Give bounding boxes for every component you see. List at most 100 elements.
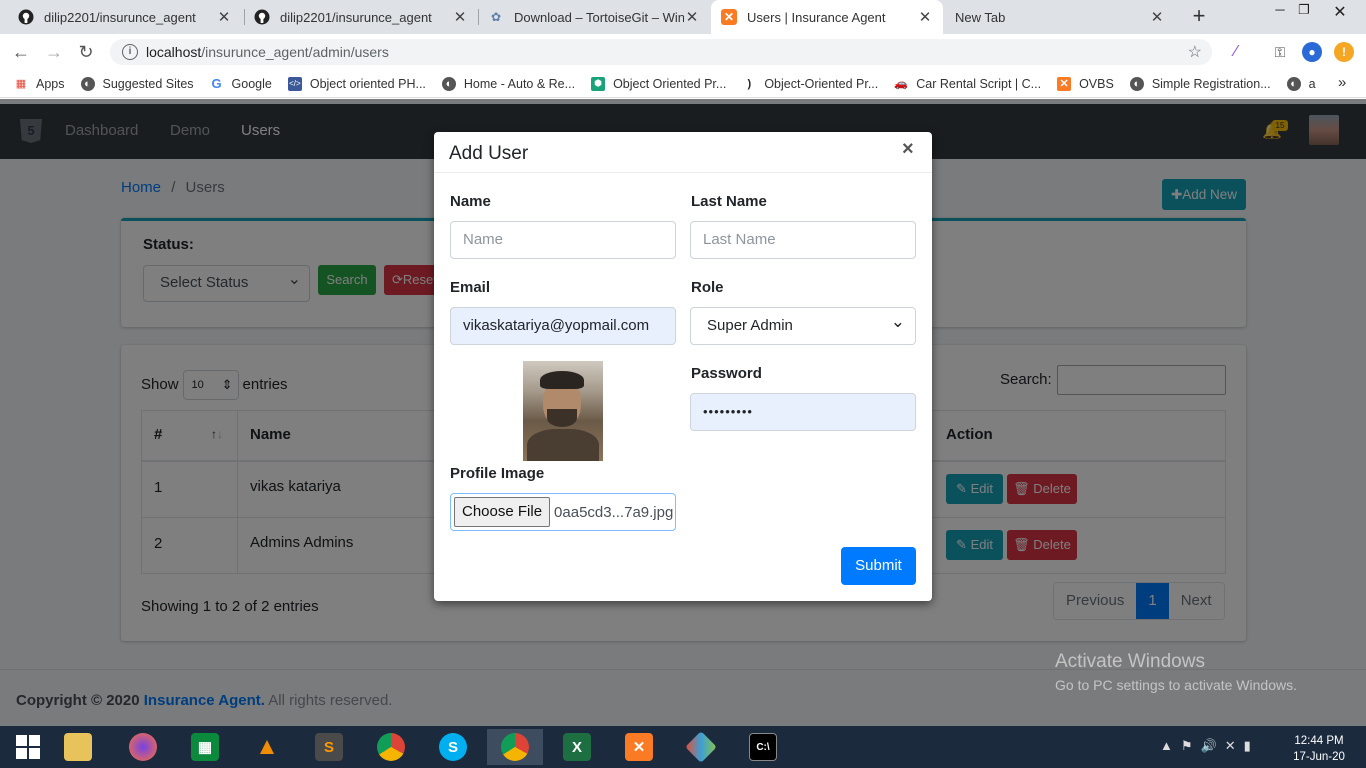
apps-grid-icon: ▦ [15, 78, 27, 90]
browser-tab-1[interactable]: dilip2201/insurunce_agent ✕ [8, 0, 242, 34]
back-arrow-icon[interactable]: ← [10, 42, 32, 64]
globe-icon: ◐ [441, 76, 456, 91]
taskbar-vlc[interactable]: ▲ [239, 729, 295, 765]
taskbar-firefox[interactable] [115, 729, 171, 765]
tab-close-icon[interactable]: ✕ [1149, 8, 1165, 26]
chrome-icon [377, 733, 405, 761]
info-icon[interactable]: i [122, 44, 138, 60]
minimize-icon[interactable]: ─ [1270, 2, 1290, 22]
url-path: /insurunce_agent/admin/users [201, 44, 389, 60]
taskbar-chrome-active[interactable] [487, 729, 543, 765]
activate-windows-subtitle: Go to PC settings to activate Windows. [1055, 677, 1297, 693]
address-bar[interactable]: i localhost/insurunce_agent/admin/users … [110, 39, 1212, 65]
start-button[interactable] [0, 729, 56, 765]
github-icon [18, 9, 34, 25]
browser-tab-3[interactable]: ✿ Download – TortoiseGit – Windo ✕ [478, 0, 710, 34]
vlc-icon: ▲ [255, 733, 279, 760]
taskbar-skype[interactable]: S [425, 729, 481, 765]
bracket-icon: ) [747, 77, 752, 90]
bookmark-suggested-sites[interactable]: ◐ Suggested Sites [80, 76, 194, 91]
globe-icon: ◐ [1286, 76, 1301, 91]
taskbar-store[interactable]: ▦ [177, 729, 233, 765]
bookmark-ovbs[interactable]: ✕ OVBS [1057, 76, 1114, 91]
network-icon: ✕ [1224, 738, 1244, 753]
firefox-icon [129, 733, 157, 761]
reload-icon[interactable]: ↻ [75, 42, 97, 64]
windows-logo-icon [16, 735, 40, 759]
more-bookmarks-chevron[interactable]: » [1338, 74, 1346, 91]
submit-button[interactable]: Submit [841, 547, 916, 585]
battery-icon: ▮ [1243, 738, 1259, 753]
taskbar-git[interactable] [673, 729, 729, 765]
new-tab-button[interactable]: + [1186, 5, 1212, 29]
role-select[interactable]: Super Admin [690, 304, 916, 345]
tab-close-icon[interactable]: ✕ [684, 8, 700, 26]
name-label: Name [450, 193, 491, 210]
volume-icon: 🔊 [1200, 738, 1225, 753]
browser-tab-newtab[interactable]: New Tab ✕ [945, 0, 1175, 34]
taskbar-file-explorer[interactable] [50, 729, 106, 765]
system-tray[interactable]: ▲⚑🔊✕▮ [1160, 738, 1259, 754]
browser-tab-active[interactable]: ✕ Users | Insurance Agent ✕ [711, 0, 943, 34]
excel-icon: X [563, 733, 591, 761]
tab-title: dilip2201/insurunce_agent [44, 9, 196, 25]
bookmark-star-icon[interactable]: ☆ [1188, 42, 1202, 62]
extension-icon[interactable]: ● [1302, 42, 1322, 62]
key-icon[interactable]: ⚿ [1270, 42, 1290, 62]
restore-icon[interactable]: ❐ [1294, 2, 1314, 22]
taskbar-cmd[interactable]: C:\ [735, 729, 791, 765]
tab-close-icon[interactable]: ✕ [917, 8, 933, 26]
activate-windows-title: Activate Windows [1055, 651, 1205, 672]
browser-tab-2[interactable]: dilip2201/insurunce_agent ✕ [244, 0, 478, 34]
globe-icon: ◐ [1129, 76, 1144, 91]
car-icon: 🚗 [894, 78, 909, 90]
bookmarks-bar: ▦ Apps ◐ Suggested Sites G Google </> Object… [0, 70, 1366, 98]
tab-close-icon[interactable]: ✕ [216, 8, 232, 26]
taskbar-sublime[interactable]: S [301, 729, 357, 765]
folder-icon [64, 733, 92, 761]
modal-title: Add User [449, 143, 529, 164]
tab-close-icon[interactable]: ✕ [452, 8, 468, 26]
taskbar-clock[interactable]: 12:44 PM 17-Jun-20 [1290, 733, 1348, 765]
window-close-icon[interactable]: ✕ [1330, 2, 1350, 22]
tortoisegit-icon: ✿ [490, 10, 502, 24]
choose-file-button[interactable]: Choose File [454, 497, 551, 527]
profile-image-file-input[interactable]: Choose File 0aa5cd3...7a9.jpg [450, 493, 676, 531]
taskbar-excel[interactable]: X [549, 729, 605, 765]
bookmark-a[interactable]: ◐ a [1286, 76, 1316, 91]
last-name-input[interactable]: Last Name [690, 221, 916, 259]
xampp-icon: ✕ [625, 733, 653, 761]
profile-image-preview [523, 361, 603, 461]
store-icon: ▦ [191, 733, 219, 761]
tab-title: New Tab [955, 9, 1006, 25]
bookmark-oop-php[interactable]: </> Object oriented PH... [287, 76, 426, 91]
git-icon [685, 731, 717, 763]
update-alert-icon[interactable]: ! [1334, 42, 1354, 62]
email-input[interactable]: vikaskatariya@yopmail.com [450, 307, 676, 345]
google-icon: G [211, 76, 222, 91]
taskbar-chrome[interactable] [363, 729, 419, 765]
bookmark-apps[interactable]: ▦ Apps [14, 77, 65, 91]
bookmark-simple-registration[interactable]: ◐ Simple Registration... [1129, 76, 1271, 91]
bookmark-oop-2[interactable]: ) Object-Oriented Pr... [742, 77, 878, 91]
password-input[interactable]: ••••••••• [690, 393, 916, 431]
terminal-icon: C:\ [749, 733, 777, 761]
chrome-icon [501, 733, 529, 761]
modal-close-icon[interactable]: × [902, 138, 914, 161]
pen-extension-icon[interactable]: ⁄ [1226, 42, 1246, 62]
bookmark-google[interactable]: G Google [210, 76, 271, 91]
tray-chevron-icon: ▲ [1160, 738, 1181, 753]
taskbar-xampp[interactable]: ✕ [611, 729, 667, 765]
email-label: Email [450, 279, 491, 296]
bookmark-oop-1[interactable]: ⬢ Object Oriented Pr... [591, 76, 726, 91]
php-icon: </> [287, 76, 302, 91]
bookmark-home-auto[interactable]: ◐ Home - Auto & Re... [441, 76, 575, 91]
bookmark-car-rental[interactable]: 🚗 Car Rental Script | C... [894, 77, 1041, 91]
globe-icon: ◐ [80, 76, 95, 91]
tab-title: Users | Insurance Agent [747, 9, 886, 25]
name-input[interactable]: Name [450, 221, 676, 259]
forward-arrow-icon[interactable]: → [43, 42, 65, 64]
url-host: localhost [146, 44, 202, 60]
xampp-icon: ✕ [1057, 76, 1072, 91]
sublime-text-icon: S [315, 733, 343, 761]
